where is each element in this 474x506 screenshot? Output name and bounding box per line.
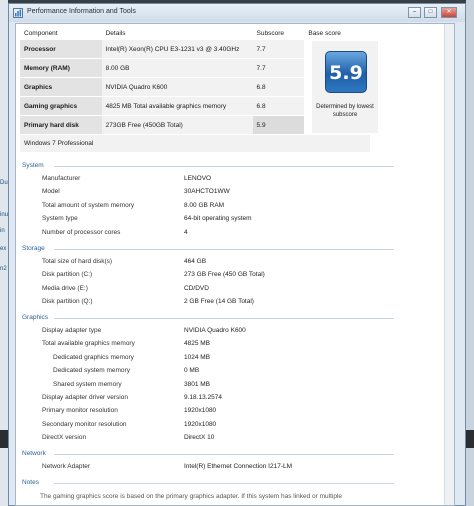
graphics-row-label: DirectX version — [42, 434, 87, 441]
component-subscore: 7.7 — [252, 58, 305, 78]
graphics-row-value: 0 MB — [184, 367, 200, 374]
section-divider — [54, 249, 394, 250]
system-row-label: Total amount of system memory — [42, 202, 135, 209]
background-text-fragment: inu — [0, 212, 9, 218]
section-title-notes: Notes — [22, 479, 39, 486]
component-details: Intel(R) Xeon(R) CPU E3-1231 v3 @ 3.40GH… — [101, 40, 253, 59]
component-subscore: 7.7 — [252, 40, 305, 59]
system-row-value: 8.00 GB RAM — [184, 202, 225, 209]
storage-row-value: 464 GB — [184, 258, 207, 265]
component-name: Graphics — [20, 77, 102, 97]
graphics-row-label: Dedicated system memory — [53, 367, 130, 374]
storage-row-label: Disk partition (C:) — [42, 271, 93, 278]
component-name: Gaming graphics — [20, 96, 102, 116]
system-row-value: LENOVO — [184, 175, 212, 182]
section-title-network: Network — [22, 450, 46, 457]
graphics-row-value: 1920x1080 — [184, 421, 217, 428]
component-name: Primary hard disk — [20, 115, 102, 135]
component-subscore: 5.9 — [252, 115, 305, 135]
section-title-system: System — [22, 162, 44, 169]
graphics-row-label: Display adapter driver version — [42, 394, 128, 401]
graphics-row-value: 9.18.13.2574 — [184, 394, 222, 401]
background-text-fragment: Du — [0, 180, 8, 186]
section-title-graphics: Graphics — [22, 314, 49, 321]
graphics-row-label: Primary monitor resolution — [42, 407, 118, 414]
graphics-row-value: DirectX 10 — [184, 434, 215, 441]
storage-row-label: Media drive (E:) — [42, 285, 88, 292]
maximize-icon: □ — [428, 9, 433, 15]
storage-row-label: Disk partition (Q:) — [42, 298, 93, 305]
component-name: Memory (RAM) — [20, 58, 102, 78]
background-text-fragment: ex — [0, 246, 7, 252]
maximize-button[interactable]: □ — [424, 7, 437, 18]
component-details: 8.00 GB — [101, 58, 253, 78]
graphics-row-label: Dedicated graphics memory — [53, 354, 134, 361]
system-row-label: Number of processor cores — [42, 229, 121, 236]
base-score-badge: 5.9 — [325, 51, 367, 93]
storage-row-value: CD/DVD — [184, 285, 209, 292]
component-details: 273GB Free (450GB Total) — [101, 115, 253, 135]
window-title: Performance Information and Tools — [27, 8, 136, 15]
network-row-value: Intel(R) Ethernet Connection I217-LM — [184, 463, 293, 470]
component-subscore: 6.8 — [252, 96, 305, 116]
background-text-fragment: in — [0, 228, 5, 234]
component-details: NVIDIA Quadro K600 — [101, 77, 253, 97]
title-bar[interactable]: Performance Information and Tools – □ ✕ — [9, 4, 465, 22]
storage-row-label: Total size of hard disk(s) — [42, 258, 113, 265]
system-row-value: 64-bit operating system — [184, 215, 252, 222]
notes-text: The gaming graphics score is based on th… — [40, 493, 343, 500]
graphics-row-value: 4825 MB — [184, 340, 211, 347]
system-row-value: 4 — [184, 229, 188, 236]
base-score-panel: 5.9 Determined by lowest subscore — [312, 41, 378, 133]
system-row-label: Model — [42, 188, 60, 195]
component-subscore: 6.8 — [252, 77, 305, 97]
minimize-button[interactable]: – — [408, 7, 421, 18]
system-row-value: 30AHCTO1WW — [184, 188, 230, 195]
content-pane: Component Details Subscore Base score Pr… — [15, 23, 455, 506]
graphics-row-value: 1920x1080 — [184, 407, 217, 414]
section-title-storage: Storage — [22, 245, 45, 252]
graphics-row-value: 1024 MB — [184, 354, 211, 361]
header-subscore: Subscore — [256, 29, 285, 37]
score-table-header: Component Details Subscore Base score — [20, 26, 370, 40]
section-divider — [54, 166, 394, 167]
storage-row-value: 273 GB Free (450 GB Total) — [184, 271, 265, 278]
graphics-row-label: Display adapter type — [42, 327, 102, 334]
system-row-label: System type — [42, 215, 78, 222]
section-divider — [54, 454, 394, 455]
graphics-row-label: Total available graphics memory — [42, 340, 135, 347]
background-text-fragment: n2 — [0, 266, 7, 272]
storage-row-value: 2 GB Free (14 GB Total) — [184, 298, 254, 305]
network-row-label: Network Adapter — [42, 463, 91, 470]
system-row-label: Manufacturer — [42, 175, 81, 182]
section-divider — [54, 318, 394, 319]
section-divider — [54, 483, 394, 484]
graphics-row-label: Shared system memory — [53, 381, 122, 388]
vertical-scrollbar[interactable] — [444, 24, 454, 505]
component-details: 4825 MB Total available graphics memory — [101, 96, 253, 116]
close-icon: ✕ — [446, 9, 452, 15]
performance-window: Performance Information and Tools – □ ✕ … — [8, 3, 466, 506]
component-name: Processor — [20, 40, 102, 59]
graphics-row-value: NVIDIA Quadro K600 — [184, 327, 246, 334]
base-score-note: Determined by lowest subscore — [316, 104, 374, 118]
header-details: Details — [105, 29, 126, 37]
header-base-score: Base score — [308, 29, 341, 37]
graphics-row-value: 3801 MB — [184, 381, 211, 388]
os-row: Windows 7 Professional — [20, 134, 370, 153]
close-button[interactable]: ✕ — [441, 7, 457, 18]
graphics-row-label: Secondary monitor resolution — [42, 421, 127, 428]
performance-app-icon — [13, 8, 23, 18]
header-component: Component — [24, 29, 58, 37]
os-name: Windows 7 Professional — [20, 134, 370, 153]
minimize-icon: – — [412, 9, 417, 15]
